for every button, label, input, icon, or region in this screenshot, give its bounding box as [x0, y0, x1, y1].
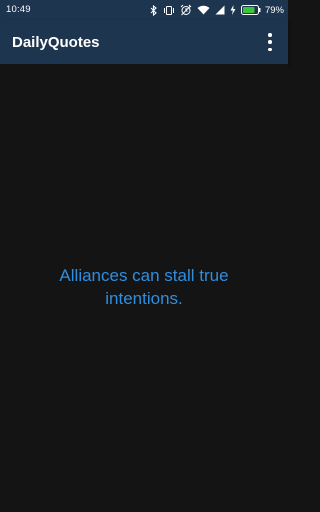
signal-icon — [215, 5, 225, 15]
wifi-icon — [197, 5, 210, 15]
battery-icon — [240, 5, 261, 15]
charging-icon — [230, 5, 236, 15]
battery-percent: 79% — [264, 4, 284, 16]
overflow-dot — [268, 47, 272, 51]
more-vert-icon[interactable] — [262, 33, 278, 51]
app-title: DailyQuotes — [12, 34, 100, 51]
status-bar: 10:49 79% — [0, 0, 288, 20]
bluetooth-icon — [150, 4, 158, 16]
status-icons: 79% — [145, 3, 284, 17]
alarm-icon — [180, 4, 192, 16]
status-time: 10:49 — [6, 4, 31, 15]
quote-text: Alliances can stall true intentions. — [59, 266, 229, 308]
app-bar: DailyQuotes — [0, 20, 288, 64]
overflow-dot — [268, 33, 272, 37]
quote-content-area[interactable]: Alliances can stall true intentions. — [0, 64, 288, 512]
overflow-dot — [268, 40, 272, 44]
vibrate-icon — [163, 5, 175, 16]
